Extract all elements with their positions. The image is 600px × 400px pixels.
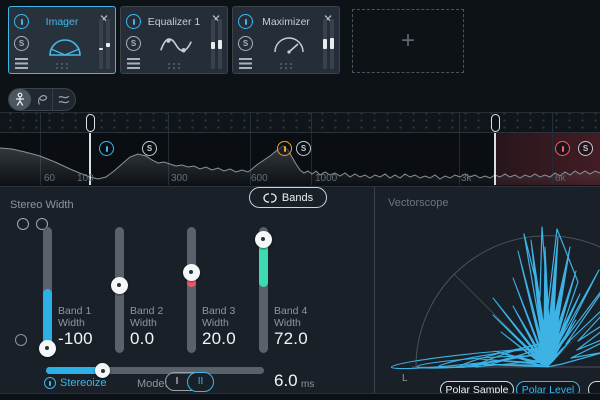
correlation-tool[interactable] (52, 89, 75, 110)
band2-readout: Band 2Width 0.0 (130, 305, 163, 345)
lissajous-tool[interactable] (31, 89, 53, 110)
meter-right (330, 19, 334, 69)
band4-value: 72.0 (274, 333, 308, 345)
gridline (552, 113, 553, 132)
stereoize-slider-handle[interactable] (95, 363, 110, 378)
power-icon[interactable] (238, 14, 253, 29)
loop-icon (35, 92, 49, 107)
stereoize-amount-slider[interactable] (46, 367, 264, 374)
freq-label: 300 (171, 173, 188, 184)
band3-slider-handle[interactable] (183, 264, 200, 281)
band2-solo-icon[interactable]: S (142, 141, 157, 156)
meter-left (211, 19, 215, 69)
power-icon[interactable] (14, 14, 29, 29)
add-module-slot[interactable]: + (352, 9, 464, 73)
crossover-strip[interactable] (0, 112, 600, 133)
band1-width-slider[interactable] (43, 227, 52, 353)
freq-label: 60 (44, 173, 55, 184)
band2-power-icon[interactable] (99, 141, 114, 156)
module-card-imager[interactable]: Imager ✕ S (8, 6, 116, 74)
drag-grip-icon[interactable] (280, 63, 295, 71)
delay-unit: ms (301, 379, 314, 390)
band4-readout: Band 4Width 72.0 (274, 305, 308, 345)
plus-icon: + (401, 27, 415, 55)
power-icon[interactable] (126, 14, 141, 29)
gridline (459, 113, 460, 132)
preset-list-icon[interactable] (239, 58, 252, 69)
drag-grip-icon[interactable] (168, 63, 183, 71)
crossover-handle-1[interactable] (86, 114, 95, 132)
maximizer-gauge-icon (269, 33, 307, 59)
freq-label: 6k (555, 173, 566, 184)
gridline (311, 113, 312, 132)
mode-2-button[interactable]: II (187, 372, 214, 392)
freq-label: 3k (461, 173, 472, 184)
meter-right (218, 19, 222, 69)
gridline (168, 113, 169, 132)
solo-icon[interactable]: S (14, 36, 29, 51)
polar-sample-tool[interactable] (9, 89, 31, 110)
imager-gauge-icon (43, 34, 87, 60)
axis-label-left: L (402, 373, 408, 384)
mode-label: Mode: (137, 378, 168, 390)
crossover-line-2[interactable] (494, 133, 496, 185)
module-title: Maximizer (253, 16, 319, 28)
mode-1-button[interactable]: I (166, 373, 188, 390)
delay-value[interactable]: 6.0 (274, 371, 298, 391)
meter-view-toolbar (8, 88, 76, 111)
plugin-window: Imager ✕ S Equalizer 1 ✕ S Maximizer ✕ S (0, 0, 600, 400)
freq-label: 600 (251, 173, 268, 184)
band1-value: -100 (58, 333, 93, 345)
band2-value: 0.0 (130, 333, 163, 345)
stick-figure-icon (13, 92, 27, 107)
module-card-maximizer[interactable]: Maximizer ✕ S (232, 6, 340, 74)
gridline (250, 113, 251, 132)
band3-width-slider[interactable] (187, 227, 196, 353)
vectorscope-display (374, 185, 600, 393)
eq-curve-icon (157, 33, 195, 59)
module-title: Imager (29, 16, 95, 28)
stereoize-mode-switch: I II (165, 372, 213, 391)
drag-grip-icon[interactable] (56, 63, 71, 71)
solo-icon[interactable]: S (238, 36, 253, 51)
link-icon (263, 193, 277, 203)
freq-label: 100 (77, 173, 94, 184)
band4-fill (259, 242, 268, 287)
meter-left (99, 19, 103, 69)
meter-left (323, 19, 327, 69)
meter-right (106, 19, 110, 69)
stereoize-power-icon[interactable] (44, 377, 56, 389)
module-card-equalizer[interactable]: Equalizer 1 ✕ S (120, 6, 228, 74)
bottom-strip (0, 393, 600, 400)
solo-icon[interactable]: S (126, 36, 141, 51)
recovery-circle-icon[interactable] (15, 334, 27, 346)
band3-solo-icon[interactable]: S (296, 141, 311, 156)
band4-power-icon[interactable] (555, 141, 570, 156)
stereoize-label[interactable]: Stereoize (60, 377, 106, 389)
preset-list-icon[interactable] (127, 58, 140, 69)
gridline (40, 113, 41, 132)
band1-readout: Band 1Width -100 (58, 305, 93, 345)
freq-label: 1000 (315, 173, 337, 184)
preset-list-icon[interactable] (15, 58, 28, 69)
band2-slider-handle[interactable] (111, 277, 128, 294)
band3-power-icon[interactable] (277, 141, 292, 156)
panel-title: Stereo Width (10, 199, 74, 211)
bands-button[interactable]: Bands (249, 187, 327, 208)
module-title: Equalizer 1 (141, 16, 207, 28)
band4-slider-handle[interactable] (255, 231, 272, 248)
band3-value: 20.0 (202, 333, 236, 345)
waves-icon (57, 92, 71, 107)
stereo-link-icon-left[interactable] (17, 218, 29, 230)
bands-button-label: Bands (282, 192, 313, 204)
polar-level-shape (391, 227, 600, 372)
crossover-handle-2[interactable] (491, 114, 500, 132)
band4-solo-icon[interactable]: S (578, 141, 593, 156)
spectrum-display[interactable]: 60 100 300 600 1000 3k 6k S S S (0, 133, 600, 185)
band3-readout: Band 3Width 20.0 (202, 305, 236, 345)
band1-slider-handle[interactable] (39, 340, 56, 357)
